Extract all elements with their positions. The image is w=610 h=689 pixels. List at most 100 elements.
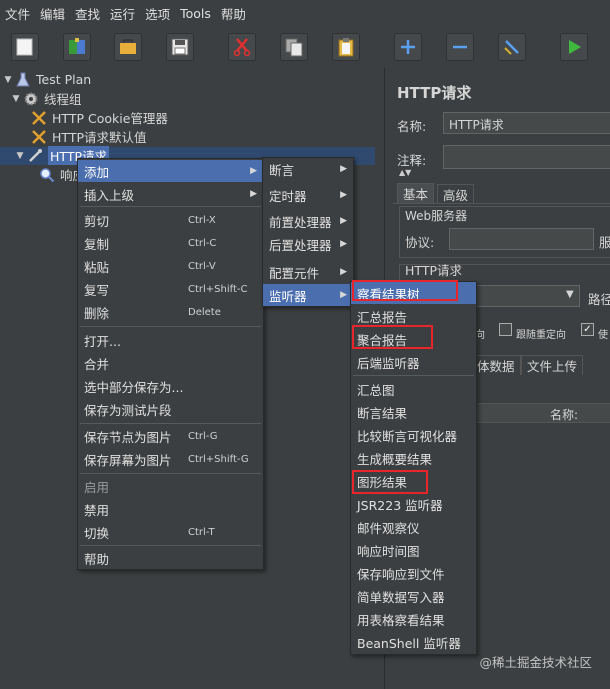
ctx-item-cut[interactable]: 剪切 Ctrl-X <box>78 209 263 231</box>
save-button[interactable] <box>166 33 194 61</box>
submenu-item-assertions[interactable]: 断言 ▶ <box>263 158 353 180</box>
gear-icon <box>22 90 40 108</box>
collapse-arrow-icon[interactable]: ▼ <box>14 151 26 161</box>
cut-icon <box>233 38 251 57</box>
menu-search[interactable]: 查找 <box>70 4 105 23</box>
submenu-arrow-icon: ▶ <box>340 290 347 300</box>
ctx-item-save-node-image[interactable]: 保存节点为图片 Ctrl-G <box>78 425 263 447</box>
tree-item-request-defaults[interactable]: HTTP请求默认值 <box>30 127 147 146</box>
method-select[interactable] <box>475 285 580 307</box>
tab-basic-label: 基本 <box>403 187 429 202</box>
pipette-icon <box>26 147 44 165</box>
listener-item-backend-listener[interactable]: 后端监听器 <box>351 351 476 373</box>
menu-tools[interactable]: Tools <box>175 6 216 21</box>
toggle-icon <box>504 40 519 55</box>
submenu-item-label: 断言 <box>269 162 295 178</box>
tab-basic[interactable]: 基本 <box>397 183 435 203</box>
listener-item-label: 汇总图 <box>357 382 395 398</box>
listener-item-aggregate-report[interactable]: 聚合报告 <box>351 328 476 350</box>
listener-item-beanshell[interactable]: BeanShell 监听器 <box>351 631 476 653</box>
ctx-item-paste[interactable]: 粘贴 Ctrl-V <box>78 255 263 277</box>
listener-item-graph-results[interactable]: 图形结果 <box>351 470 476 492</box>
menu-help[interactable]: 帮助 <box>216 4 251 23</box>
ctx-item-copy[interactable]: 复制 Ctrl-C <box>78 232 263 254</box>
start-button[interactable] <box>560 33 588 61</box>
submenu-item-timers[interactable]: 定时器 ▶ <box>263 184 353 206</box>
collapse-arrow-icon[interactable]: ▼ <box>10 94 22 104</box>
menu-options[interactable]: 选项 <box>140 4 175 23</box>
ctx-shortcut: Delete <box>188 306 221 318</box>
listener-item-jsr223[interactable]: JSR223 监听器 <box>351 493 476 515</box>
chevron-down-icon[interactable]: ▼ <box>566 289 574 300</box>
tab-file-upload[interactable]: 文件上传 <box>521 355 584 375</box>
submenu-item-config-elements[interactable]: 配置元件 ▶ <box>263 261 353 283</box>
listener-item-response-time-graph[interactable]: 响应时间图 <box>351 539 476 561</box>
ctx-item-label: 禁用 <box>84 502 110 518</box>
submenu-item-label: 监听器 <box>269 288 307 304</box>
submenu-item-preprocessors[interactable]: 前置处理器 ▶ <box>263 210 353 232</box>
submenu-item-postprocessors[interactable]: 后置处理器 ▶ <box>263 233 353 255</box>
ctx-item-add[interactable]: 添加 ▶ <box>78 160 263 182</box>
name-input-value: HTTP请求 <box>449 118 504 132</box>
ctx-item-label: 插入上级 <box>84 187 135 203</box>
templates-button[interactable] <box>63 33 91 61</box>
ctx-item-label: 打开... <box>84 333 121 349</box>
menu-edit[interactable]: 编辑 <box>35 4 70 23</box>
listener-item-view-results-tree[interactable]: 察看结果树 <box>351 282 476 304</box>
ctx-item-save-fragment[interactable]: 保存为测试片段 <box>78 398 263 420</box>
tab-advanced[interactable]: 高级 <box>437 184 475 204</box>
ctx-item-duplicate[interactable]: 复写 Ctrl+Shift-C <box>78 278 263 300</box>
ctx-item-enable[interactable]: 启用 <box>78 475 263 497</box>
checkbox-keepalive[interactable]: ✓ <box>581 323 594 336</box>
new-button[interactable] <box>11 33 39 61</box>
ctx-item-save-selection[interactable]: 选中部分保存为... <box>78 375 263 397</box>
comment-input[interactable] <box>443 145 610 169</box>
checkbox-follow-redirect[interactable] <box>499 323 512 336</box>
splitter-arrows-icon[interactable]: ▲▼ <box>399 168 411 177</box>
tree-item-thread-group[interactable]: ▼ 线程组 <box>10 89 82 108</box>
cut-button[interactable] <box>228 33 256 61</box>
ctx-shortcut: Ctrl-C <box>188 237 217 249</box>
ctx-item-open[interactable]: 打开... <box>78 329 263 351</box>
submenu-item-listeners[interactable]: 监听器 ▶ <box>263 284 353 306</box>
paste-button[interactable] <box>332 33 360 61</box>
tree-item-label: Test Plan <box>36 72 92 87</box>
ctx-item-insert-parent[interactable]: 插入上级 ▶ <box>78 183 263 205</box>
listener-item-simple-data-writer[interactable]: 简单数据写入器 <box>351 585 476 607</box>
copy-button[interactable] <box>280 33 308 61</box>
ctx-item-label: 复制 <box>84 236 110 252</box>
listener-item-save-responses[interactable]: 保存响应到文件 <box>351 562 476 584</box>
ctx-item-delete[interactable]: 删除 Delete <box>78 301 263 323</box>
listener-item-view-results-table[interactable]: 用表格察看结果 <box>351 608 476 630</box>
listener-item-summary-graph[interactable]: 汇总图 <box>351 378 476 400</box>
collapse-button[interactable] <box>446 33 474 61</box>
tab-body-data[interactable]: 体数据 <box>471 355 521 375</box>
ctx-item-toggle[interactable]: 切换 Ctrl-T <box>78 521 263 543</box>
protocol-input[interactable] <box>449 228 594 250</box>
toggle-button[interactable] <box>498 33 526 61</box>
menu-file[interactable]: 文件 <box>0 4 35 23</box>
templates-icon <box>69 38 85 54</box>
ctx-separator <box>353 375 474 376</box>
ctx-item-save-screen-image[interactable]: 保存屏幕为图片 Ctrl+Shift-G <box>78 448 263 470</box>
ctx-item-merge[interactable]: 合并 <box>78 352 263 374</box>
tree-item-test-plan[interactable]: ▼ Test Plan <box>2 70 91 89</box>
listener-item-compare-assertion[interactable]: 比较断言可视化器 <box>351 424 476 446</box>
listener-item-label: 图形结果 <box>357 474 408 490</box>
tree-item-cookie-manager[interactable]: HTTP Cookie管理器 <box>30 108 168 127</box>
listener-item-label: 生成概要结果 <box>357 451 433 467</box>
listener-item-generate-summary[interactable]: 生成概要结果 <box>351 447 476 469</box>
ctx-item-help[interactable]: 帮助 <box>78 547 263 569</box>
menu-run[interactable]: 运行 <box>105 4 140 23</box>
ctx-item-disable[interactable]: 禁用 <box>78 498 263 520</box>
listener-item-mailer[interactable]: 邮件观察仪 <box>351 516 476 538</box>
listener-item-summary-report[interactable]: 汇总报告 <box>351 305 476 327</box>
ctx-shortcut: Ctrl-X <box>188 214 216 226</box>
listener-item-assertion-results[interactable]: 断言结果 <box>351 401 476 423</box>
open-button[interactable] <box>114 33 142 61</box>
param-name-column-header[interactable]: 名称: <box>550 406 578 423</box>
expand-button[interactable] <box>394 33 422 61</box>
name-input[interactable]: HTTP请求 <box>443 112 610 134</box>
name-label: 名称: <box>397 119 427 134</box>
collapse-arrow-icon[interactable]: ▼ <box>2 75 14 85</box>
